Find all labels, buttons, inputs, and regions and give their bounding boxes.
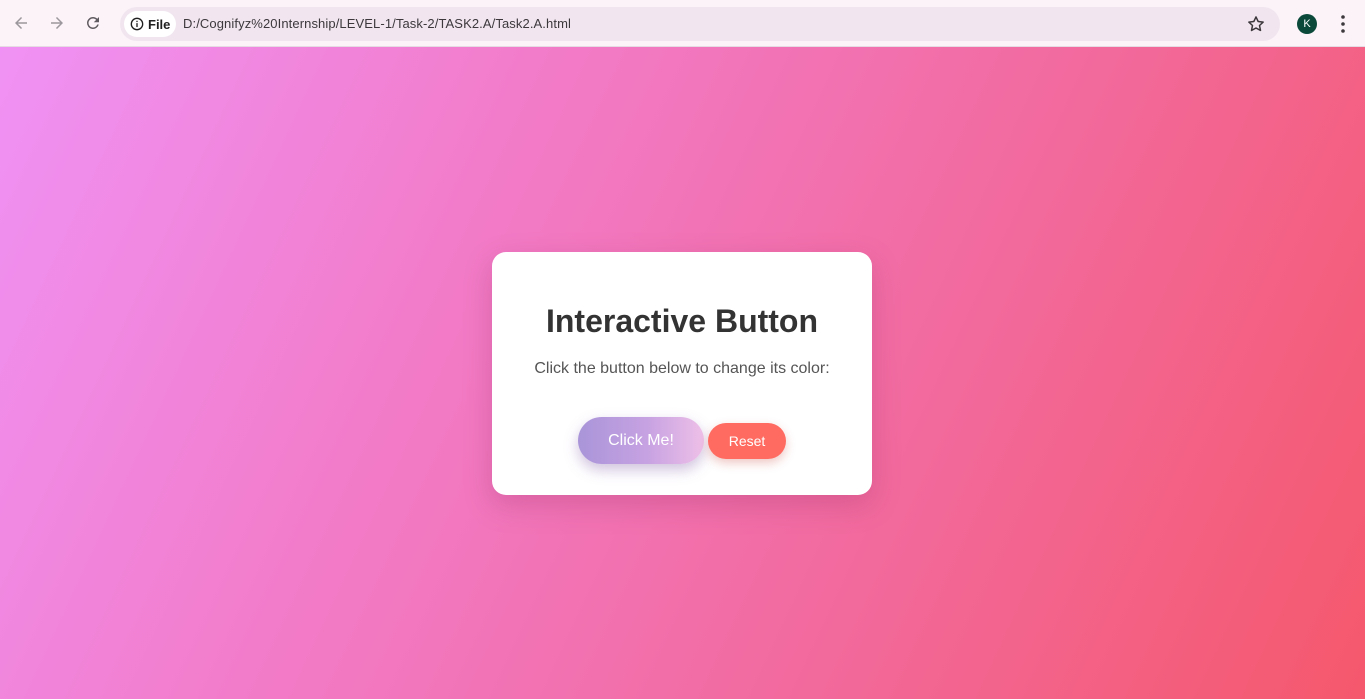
site-chip-label: File — [148, 16, 171, 32]
click-me-button[interactable]: Click Me! — [578, 417, 704, 464]
page-background: Interactive Button Click the button belo… — [0, 47, 1365, 699]
site-info-chip[interactable]: File — [124, 11, 176, 37]
info-icon — [130, 17, 144, 31]
bookmark-star-icon[interactable] — [1246, 14, 1266, 34]
browser-window: File D:/Cognifyz%20Internship/LEVEL-1/Ta… — [0, 0, 1365, 699]
card-title: Interactive Button — [545, 303, 819, 339]
more-menu-icon[interactable] — [1333, 13, 1353, 35]
reload-icon — [86, 16, 99, 29]
content-card: Interactive Button Click the button belo… — [492, 252, 872, 495]
forward-button[interactable] — [43, 9, 71, 37]
browser-toolbar: File D:/Cognifyz%20Internship/LEVEL-1/Ta… — [0, 0, 1365, 47]
arrow-right-icon — [51, 17, 63, 29]
arrow-left-icon — [15, 17, 27, 29]
back-button[interactable] — [7, 9, 35, 37]
url-text[interactable]: D:/Cognifyz%20Internship/LEVEL-1/Task-2/… — [183, 16, 571, 31]
address-bar[interactable]: File D:/Cognifyz%20Internship/LEVEL-1/Ta… — [120, 7, 1280, 41]
card-description: Click the button below to change its col… — [534, 360, 830, 377]
reset-button[interactable]: Reset — [708, 423, 786, 459]
profile-avatar[interactable]: K — [1297, 14, 1317, 34]
reload-button[interactable] — [79, 9, 107, 37]
